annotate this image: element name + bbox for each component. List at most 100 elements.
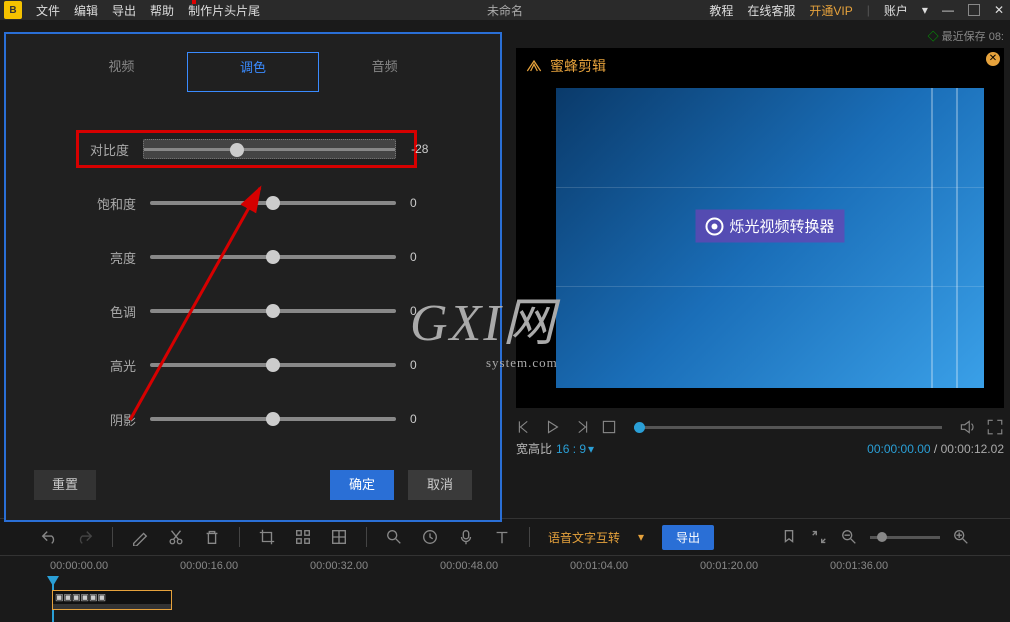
fit-icon[interactable]: [810, 528, 828, 546]
next-frame-button[interactable]: [572, 418, 590, 436]
maximize-button[interactable]: [968, 4, 980, 16]
account-dropdown-icon[interactable]: ▾: [922, 3, 928, 17]
divider: |: [867, 3, 870, 17]
link-vip[interactable]: 开通VIP: [809, 2, 852, 19]
ruler-mark: 00:01:36.00: [830, 560, 960, 582]
slider-row-brightness: 亮度 0: [86, 230, 440, 284]
link-service[interactable]: 在线客服: [747, 2, 795, 19]
timeline-tracks[interactable]: ▣▣▣▣▣▣: [0, 582, 1010, 612]
label-hue: 色调: [86, 302, 136, 321]
ruler-mark: 00:00:00.00: [50, 560, 180, 582]
export-button[interactable]: 导出: [662, 525, 714, 550]
app-logo: B: [4, 1, 22, 19]
menu-file[interactable]: 文件: [36, 2, 60, 19]
project-title: 未命名: [487, 2, 523, 19]
slider-row-saturation: 饱和度 0: [86, 176, 440, 230]
duration-icon[interactable]: [421, 528, 439, 546]
ruler-mark: 00:01:04.00: [570, 560, 700, 582]
ruler-mark: 00:00:16.00: [180, 560, 310, 582]
confirm-button[interactable]: 确定: [330, 470, 394, 500]
color-adjust-panel: 视频 调色 音频 对比度 -28 饱和度: [4, 32, 502, 522]
ruler-mark: 00:01:20.00: [700, 560, 830, 582]
fullscreen-icon[interactable]: [986, 418, 1004, 436]
edit-icon[interactable]: [131, 528, 149, 546]
time-current: 00:00:00.00: [867, 442, 930, 456]
slider-brightness[interactable]: [150, 255, 396, 259]
volume-icon[interactable]: [958, 418, 976, 436]
tab-video[interactable]: 视频: [56, 52, 187, 92]
tab-audio[interactable]: 音频: [319, 52, 450, 92]
slider-highlight[interactable]: [150, 363, 396, 367]
slider-row-highlight: 高光 0: [86, 338, 440, 392]
mic-icon[interactable]: [457, 528, 475, 546]
slider-contrast[interactable]: [143, 139, 396, 159]
menu-titles[interactable]: 制作片头片尾: [188, 2, 260, 19]
delete-icon[interactable]: [203, 528, 221, 546]
redo-icon[interactable]: [76, 528, 94, 546]
link-account[interactable]: 账户: [884, 2, 908, 19]
slider-shadow[interactable]: [150, 417, 396, 421]
marker-icon[interactable]: [780, 528, 798, 546]
value-hue: 0: [410, 304, 440, 318]
top-menu-bar: B 文件 编辑 导出 帮助 制作片头片尾 未命名 教程 在线客服 开通VIP |…: [0, 0, 1010, 20]
grid-icon[interactable]: [330, 528, 348, 546]
label-saturation: 饱和度: [86, 194, 136, 213]
save-status: ◇ 最近保存 08:: [928, 28, 1004, 44]
play-button[interactable]: [544, 418, 562, 436]
tab-color[interactable]: 调色: [187, 52, 320, 92]
preview-viewport: ✕ 蜜蜂剪辑 烁光视频转换器: [516, 48, 1004, 408]
preview-close-icon[interactable]: ✕: [986, 52, 1000, 66]
value-brightness: 0: [410, 250, 440, 264]
bee-icon: [524, 56, 544, 76]
timeline-ruler[interactable]: 00:00:00.00 00:00:16.00 00:00:32.00 00:0…: [0, 556, 1010, 582]
zoom-tool-icon[interactable]: [385, 528, 403, 546]
stop-button[interactable]: [600, 418, 618, 436]
voice-text-dropdown-icon[interactable]: ▾: [638, 530, 644, 544]
preview-content: 烁光视频转换器: [556, 88, 984, 388]
aspect-label: 宽高比: [516, 440, 552, 457]
menu-edit[interactable]: 编辑: [74, 2, 98, 19]
overlay-app-icon: [705, 217, 723, 235]
cancel-button[interactable]: 取消: [408, 470, 472, 500]
cut-icon[interactable]: [167, 528, 185, 546]
crop-icon[interactable]: [258, 528, 276, 546]
label-highlight: 高光: [86, 356, 136, 375]
ruler-mark: 00:00:32.00: [310, 560, 440, 582]
timeline-toolbar: 语音文字互转 ▾ 导出: [0, 518, 1010, 556]
menu-help[interactable]: 帮助: [150, 2, 174, 19]
undo-icon[interactable]: [40, 528, 58, 546]
close-button[interactable]: ✕: [994, 3, 1004, 17]
playback-progress[interactable]: [634, 426, 942, 429]
label-shadow: 阴影: [86, 410, 136, 429]
zoom-in-icon[interactable]: [952, 528, 970, 546]
mosaic-icon[interactable]: [294, 528, 312, 546]
label-brightness: 亮度: [86, 248, 136, 267]
voice-text-button[interactable]: 语音文字互转: [548, 529, 620, 546]
slider-row-hue: 色调 0: [86, 284, 440, 338]
value-contrast: -28: [411, 142, 440, 156]
time-total: 00:00:12.02: [941, 442, 1004, 456]
value-highlight: 0: [410, 358, 440, 372]
slider-hue[interactable]: [150, 309, 396, 313]
slider-saturation[interactable]: [150, 201, 396, 205]
zoom-out-icon[interactable]: [840, 528, 858, 546]
zoom-slider[interactable]: [870, 536, 940, 539]
minimize-button[interactable]: —: [942, 3, 954, 17]
video-clip[interactable]: ▣▣▣▣▣▣: [52, 590, 172, 610]
menu-export[interactable]: 导出: [112, 2, 136, 19]
link-tutorial[interactable]: 教程: [709, 2, 733, 19]
value-saturation: 0: [410, 196, 440, 210]
prev-frame-button[interactable]: [516, 418, 534, 436]
text-icon[interactable]: [493, 528, 511, 546]
time-sep: /: [934, 442, 941, 456]
overlay-app-badge: 烁光视频转换器: [695, 210, 844, 243]
slider-row-shadow: 阴影 0: [86, 392, 440, 446]
reset-button[interactable]: 重置: [34, 470, 96, 500]
playback-controls: [516, 418, 1004, 436]
aspect-dropdown-icon[interactable]: ▾: [588, 442, 594, 456]
label-contrast: 对比度: [79, 140, 129, 159]
preview-panel: ◇ 最近保存 08: ✕ 蜜蜂剪辑 烁光视频转换器: [502, 32, 1010, 510]
preview-app-title: 蜜蜂剪辑: [550, 56, 606, 76]
ruler-mark: 00:00:48.00: [440, 560, 570, 582]
aspect-value[interactable]: 16 : 9: [556, 442, 586, 456]
